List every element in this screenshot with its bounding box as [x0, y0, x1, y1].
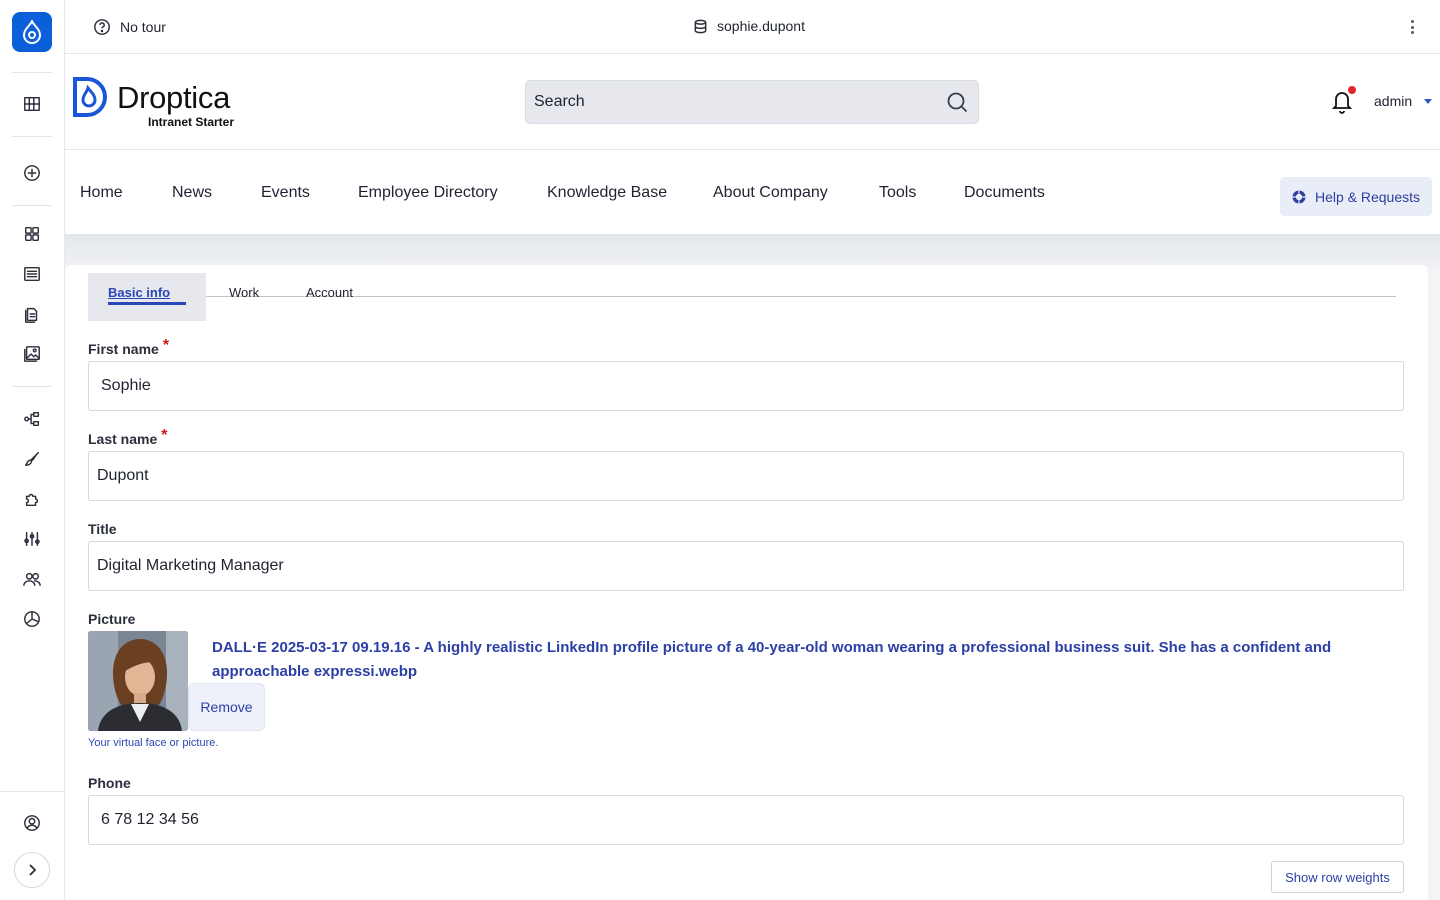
sidebar-divider — [12, 136, 52, 137]
tab-account[interactable]: Account — [306, 285, 353, 300]
main-navigation: Home News Events Employee Directory Know… — [65, 150, 1440, 234]
current-user-name: sophie.dupont — [717, 18, 805, 34]
title-field[interactable]: Digital Marketing Manager — [88, 541, 1404, 591]
brand-subtitle: Intranet Starter — [148, 115, 235, 129]
site-header: Droptica Intranet Starter Search admin — [65, 54, 1440, 150]
tour-button[interactable]: No tour — [93, 18, 166, 36]
search-icon[interactable] — [946, 91, 968, 113]
nav-item-documents[interactable]: Documents — [964, 184, 1045, 202]
title-value: Digital Marketing Manager — [97, 557, 284, 574]
phone-value: 6 78 12 34 56 — [101, 811, 199, 828]
picture-label: Picture — [88, 611, 136, 627]
sidebar-divider — [12, 386, 52, 387]
layout-icon[interactable] — [20, 92, 44, 116]
chevron-down-icon — [1424, 98, 1433, 104]
show-row-weights-button[interactable]: Show row weights — [1271, 861, 1404, 893]
user-menu-label: admin — [1374, 93, 1413, 109]
picture-file-link[interactable]: DALL·E 2025-03-17 09.19.16 - A highly re… — [212, 636, 1372, 684]
tabs-divider — [206, 296, 1396, 297]
first-name-value: Sophie — [101, 377, 151, 394]
add-icon[interactable] — [20, 161, 44, 185]
files-icon[interactable] — [20, 302, 44, 326]
nav-item-tools[interactable]: Tools — [879, 184, 916, 202]
nav-item-events[interactable]: Events — [261, 184, 310, 202]
first-name-field[interactable]: Sophie — [88, 361, 1404, 411]
notifications-icon[interactable] — [1330, 86, 1356, 116]
nav-item-employee-directory[interactable]: Employee Directory — [358, 184, 498, 202]
admin-sidebar — [0, 0, 65, 900]
phone-label: Phone — [88, 775, 131, 791]
tab-work[interactable]: Work — [229, 285, 259, 300]
help-requests-button[interactable]: Help & Requests — [1280, 177, 1432, 216]
title-label: Title — [88, 521, 117, 537]
help-circle-icon — [94, 19, 110, 35]
droptica-logo-icon — [71, 76, 109, 123]
tab-basic-info[interactable]: Basic info — [88, 273, 206, 321]
required-marker: * — [162, 337, 170, 354]
media-icon[interactable] — [20, 342, 44, 366]
remove-picture-button[interactable]: Remove — [188, 683, 265, 731]
picture-hint: Your virtual face or picture. — [88, 737, 219, 749]
last-name-field[interactable]: Dupont — [88, 451, 1404, 501]
brand-name: Droptica — [117, 80, 231, 115]
notification-badge — [1348, 86, 1356, 94]
user-menu[interactable]: admin — [1374, 93, 1433, 109]
nav-item-knowledge-base[interactable]: Knowledge Base — [547, 184, 667, 202]
extend-icon[interactable] — [20, 487, 44, 511]
profile-picture-thumbnail — [88, 631, 188, 731]
last-name-label: Last name * — [88, 427, 168, 447]
tab-basic-info-label: Basic info — [108, 285, 171, 300]
people-icon[interactable] — [20, 567, 44, 591]
configuration-icon[interactable] — [20, 527, 44, 551]
help-requests-label: Help & Requests — [1314, 188, 1421, 205]
user-icon[interactable] — [20, 811, 44, 835]
structure-icon[interactable] — [20, 407, 44, 431]
current-user: sophie.dupont — [693, 18, 805, 34]
more-options-icon[interactable] — [1406, 17, 1418, 37]
sidebar-divider — [12, 72, 52, 73]
tour-label: No tour — [120, 19, 166, 35]
expand-icon[interactable] — [14, 852, 50, 888]
active-tab-indicator — [108, 302, 186, 305]
nav-item-news[interactable]: News — [172, 184, 212, 202]
nav-item-about-company[interactable]: About Company — [713, 184, 828, 202]
last-name-value: Dupont — [97, 467, 149, 484]
site-logo[interactable]: Droptica Intranet Starter — [71, 76, 234, 129]
headset-icon — [1292, 190, 1306, 203]
appearance-icon[interactable] — [20, 447, 44, 471]
database-icon — [694, 19, 707, 33]
dashboard-icon[interactable] — [20, 222, 44, 246]
reports-icon[interactable] — [20, 607, 44, 631]
drupal-logo-icon[interactable] — [12, 12, 52, 52]
search-input[interactable]: Search — [525, 80, 979, 124]
search-placeholder: Search — [534, 93, 585, 110]
sidebar-divider — [12, 205, 52, 206]
nav-item-home[interactable]: Home — [80, 184, 123, 202]
sidebar-divider — [0, 791, 64, 792]
first-name-label: First name * — [88, 337, 170, 357]
required-marker: * — [161, 427, 168, 444]
phone-field[interactable]: 6 78 12 34 56 — [88, 795, 1404, 845]
admin-topbar: No tour sophie.dupont — [65, 0, 1440, 54]
content-icon[interactable] — [20, 262, 44, 286]
